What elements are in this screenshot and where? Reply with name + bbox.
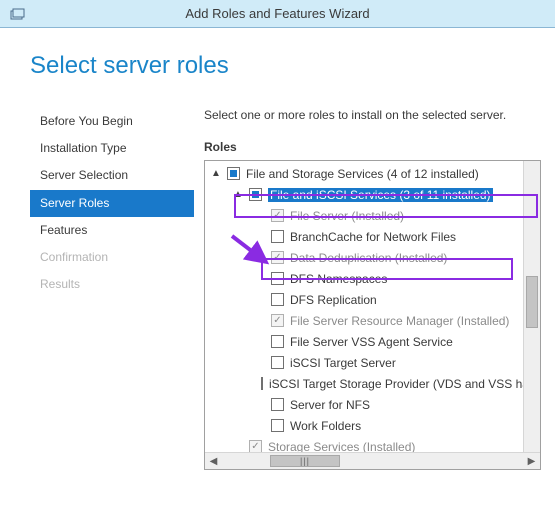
window-title: Add Roles and Features Wizard xyxy=(185,6,369,21)
tree-item[interactable]: ✓ File Server Resource Manager (Installed… xyxy=(211,310,523,331)
role-checkbox[interactable] xyxy=(271,335,284,348)
horizontal-scrollbar[interactable]: ◀ ||| ▶ xyxy=(205,452,540,469)
tree-item[interactable]: ✓ Data Deduplication (Installed) xyxy=(211,247,523,268)
role-label[interactable]: Data Deduplication (Installed) xyxy=(290,251,447,265)
role-checkbox[interactable] xyxy=(249,188,262,201)
role-checkbox[interactable] xyxy=(261,377,263,390)
page-title: Select server roles xyxy=(30,52,541,80)
role-label[interactable]: iSCSI Target Storage Provider (VDS and V… xyxy=(269,377,523,391)
role-checkbox[interactable] xyxy=(271,230,284,243)
role-label[interactable]: File and Storage Services (4 of 12 insta… xyxy=(246,167,479,181)
sidebar-item-server-selection[interactable]: Server Selection xyxy=(30,162,194,189)
role-label[interactable]: Storage Services (Installed) xyxy=(268,440,415,453)
sidebar-item-features[interactable]: Features xyxy=(30,217,194,244)
roles-panel: Select one or more roles to install on t… xyxy=(204,108,541,470)
expand-toggle-icon[interactable]: ▲ xyxy=(233,189,243,200)
horizontal-scroll-thumb[interactable]: ||| xyxy=(270,455,340,467)
vertical-scroll-thumb[interactable] xyxy=(526,276,538,328)
role-label[interactable]: File Server (Installed) xyxy=(290,209,404,223)
tree-item[interactable]: ▲ File and iSCSI Services (3 of 11 instal… xyxy=(211,184,523,205)
role-checkbox: ✓ xyxy=(271,251,284,264)
vertical-scrollbar[interactable] xyxy=(523,161,540,452)
role-label[interactable]: BranchCache for Network Files xyxy=(290,230,456,244)
scroll-right-icon[interactable]: ▶ xyxy=(523,453,540,469)
tree-item[interactable]: Server for NFS xyxy=(211,394,523,415)
wizard-body: Select server roles Before You Begin Ins… xyxy=(0,28,555,506)
roles-tree: ▲File and Storage Services (4 of 12 inst… xyxy=(205,161,523,452)
tree-item[interactable]: ✓ File Server (Installed) xyxy=(211,205,523,226)
tree-item[interactable]: DFS Namespaces xyxy=(211,268,523,289)
role-checkbox[interactable] xyxy=(271,356,284,369)
role-label[interactable]: DFS Namespaces xyxy=(290,272,387,286)
roles-heading: Roles xyxy=(204,140,541,154)
tree-item[interactable]: DFS Replication xyxy=(211,289,523,310)
role-checkbox[interactable] xyxy=(227,167,240,180)
role-checkbox[interactable] xyxy=(271,419,284,432)
role-checkbox: ✓ xyxy=(249,440,262,452)
role-label[interactable]: Work Folders xyxy=(290,419,361,433)
role-label[interactable]: File Server Resource Manager (Installed) xyxy=(290,314,509,328)
step-sidebar: Before You Begin Installation Type Serve… xyxy=(30,108,194,470)
role-checkbox[interactable] xyxy=(271,398,284,411)
title-bar: Add Roles and Features Wizard xyxy=(0,0,555,28)
tree-item[interactable]: Work Folders xyxy=(211,415,523,436)
role-checkbox: ✓ xyxy=(271,314,284,327)
sidebar-item-before-you-begin[interactable]: Before You Begin xyxy=(30,108,194,135)
scroll-left-icon[interactable]: ◀ xyxy=(205,453,222,469)
instruction-text: Select one or more roles to install on t… xyxy=(204,108,541,122)
tree-item[interactable]: ▲ File and Storage Services (4 of 12 inst… xyxy=(211,163,523,184)
tree-item[interactable]: iSCSI Target Storage Provider (VDS and V… xyxy=(211,373,523,394)
role-label[interactable]: Server for NFS xyxy=(290,398,370,412)
roles-tree-box: ▲File and Storage Services (4 of 12 inst… xyxy=(204,160,541,470)
role-label[interactable]: DFS Replication xyxy=(290,293,377,307)
role-checkbox[interactable] xyxy=(271,293,284,306)
expand-toggle-icon[interactable]: ▲ xyxy=(211,168,221,179)
role-label[interactable]: iSCSI Target Server xyxy=(290,356,396,370)
tree-item[interactable]: ✓ Storage Services (Installed) xyxy=(211,436,523,452)
sidebar-item-confirmation: Confirmation xyxy=(30,244,194,271)
role-checkbox: ✓ xyxy=(271,209,284,222)
server-manager-icon xyxy=(10,7,26,21)
tree-item[interactable]: File Server VSS Agent Service xyxy=(211,331,523,352)
sidebar-item-installation-type[interactable]: Installation Type xyxy=(30,135,194,162)
sidebar-item-results: Results xyxy=(30,271,194,298)
sidebar-item-server-roles[interactable]: Server Roles xyxy=(30,190,194,217)
role-label[interactable]: File and iSCSI Services (3 of 11 install… xyxy=(268,188,493,202)
role-checkbox[interactable] xyxy=(271,272,284,285)
tree-item[interactable]: BranchCache for Network Files xyxy=(211,226,523,247)
tree-item[interactable]: iSCSI Target Server xyxy=(211,352,523,373)
role-label[interactable]: File Server VSS Agent Service xyxy=(290,335,453,349)
